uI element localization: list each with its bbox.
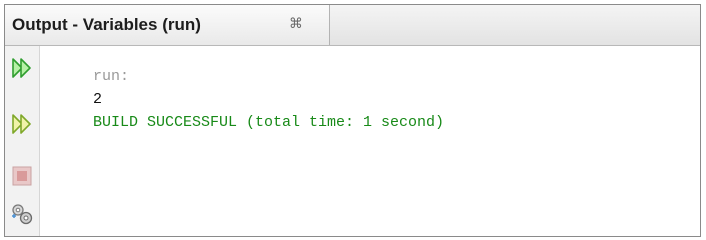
- rerun-icon[interactable]: [10, 56, 34, 80]
- output-console[interactable]: run: 2 BUILD SUCCESSFUL (total time: 1 s…: [93, 65, 690, 134]
- output-line-run: run:: [93, 68, 130, 85]
- tab-output-variables-run[interactable]: Output - Variables (run) ⌘: [5, 5, 330, 45]
- settings-icon[interactable]: [10, 202, 34, 226]
- output-line-build-status: BUILD SUCCESSFUL (total time: 1 second): [93, 114, 445, 131]
- output-line-value: 2: [93, 91, 103, 108]
- tab-title: Output - Variables (run): [12, 15, 201, 34]
- rerun-with-options-icon[interactable]: [10, 112, 34, 136]
- close-icon[interactable]: ⌘: [289, 15, 303, 31]
- tab-bar: Output - Variables (run) ⌘: [5, 5, 700, 46]
- stop-icon[interactable]: [10, 164, 34, 188]
- output-toolbar: [5, 46, 40, 236]
- output-window: Output - Variables (run) ⌘ run: 2 BUILD …: [4, 4, 701, 237]
